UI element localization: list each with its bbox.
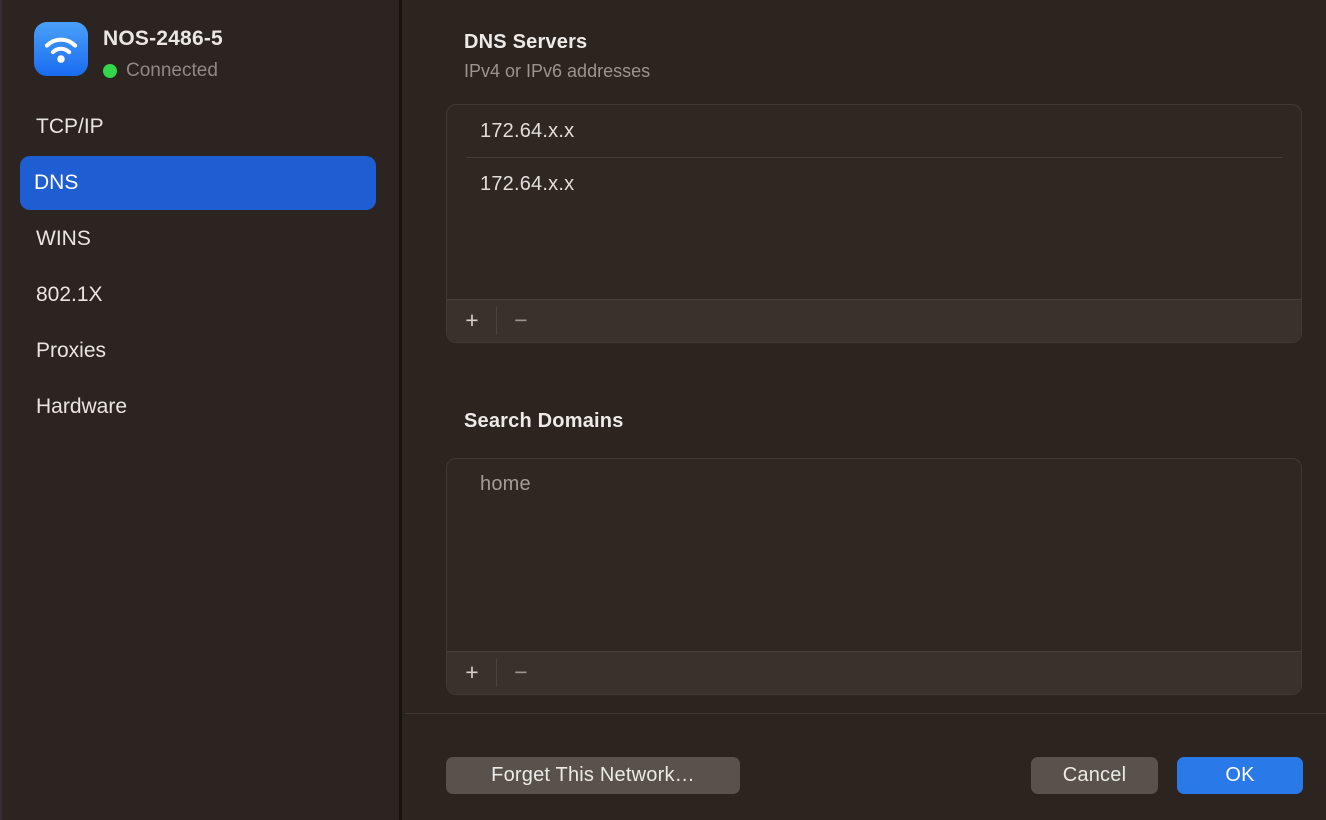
- sidebar-item-8021x[interactable]: 802.1X: [0, 267, 396, 323]
- network-meta: NOS-2486-5 Connected: [103, 22, 223, 82]
- sidebar-item-tcpip[interactable]: TCP/IP: [0, 99, 396, 155]
- toolbar-separator: [496, 659, 497, 687]
- dns-servers-list: 172.64.x.x 172.64.x.x + −: [446, 104, 1302, 343]
- sidebar-item-wins[interactable]: WINS: [0, 211, 396, 267]
- connected-status-dot-icon: [103, 64, 117, 78]
- search-domains-toolbar: + −: [447, 651, 1301, 694]
- sidebar-nav: TCP/IP DNS WINS 802.1X Proxies Hardware: [0, 99, 396, 435]
- dns-server-entry[interactable]: 172.64.x.x: [447, 105, 1301, 157]
- network-name: NOS-2486-5: [103, 22, 223, 51]
- toolbar-separator: [496, 307, 497, 335]
- network-status-label: Connected: [126, 60, 218, 82]
- wifi-icon: [34, 22, 88, 76]
- search-domains-list: home + −: [446, 458, 1302, 695]
- add-search-domain-button plus-icon[interactable]: +: [460, 661, 484, 686]
- ok-button[interactable]: OK: [1177, 757, 1303, 794]
- footer-divider: [405, 713, 1326, 714]
- sidebar-item-proxies[interactable]: Proxies: [0, 323, 396, 379]
- dns-servers-rows: 172.64.x.x 172.64.x.x: [447, 105, 1301, 209]
- search-domains-rows: home: [447, 459, 1301, 509]
- remove-dns-server-button minus-icon[interactable]: −: [509, 309, 533, 334]
- network-details-window: NOS-2486-5 Connected TCP/IP DNS WINS 802…: [0, 0, 1326, 820]
- network-header: NOS-2486-5 Connected: [34, 22, 223, 82]
- remove-search-domain-button minus-icon[interactable]: −: [509, 661, 533, 686]
- dns-servers-title: DNS Servers: [464, 31, 587, 54]
- search-domains-title: Search Domains: [464, 410, 624, 433]
- forget-network-button[interactable]: Forget This Network…: [446, 757, 740, 794]
- sidebar-item-hardware[interactable]: Hardware: [0, 379, 396, 435]
- dns-servers-subtitle: IPv4 or IPv6 addresses: [464, 61, 650, 82]
- dns-server-entry[interactable]: 172.64.x.x: [467, 157, 1283, 209]
- sidebar-item-dns[interactable]: DNS: [20, 156, 376, 210]
- search-domain-entry[interactable]: home: [447, 459, 1301, 509]
- sidebar: NOS-2486-5 Connected TCP/IP DNS WINS 802…: [0, 0, 402, 820]
- dns-servers-toolbar: + −: [447, 299, 1301, 342]
- dns-settings-pane: DNS Servers IPv4 or IPv6 addresses 172.6…: [405, 0, 1326, 820]
- cancel-button[interactable]: Cancel: [1031, 757, 1158, 794]
- network-status: Connected: [103, 60, 223, 82]
- add-dns-server-button plus-icon[interactable]: +: [460, 309, 484, 334]
